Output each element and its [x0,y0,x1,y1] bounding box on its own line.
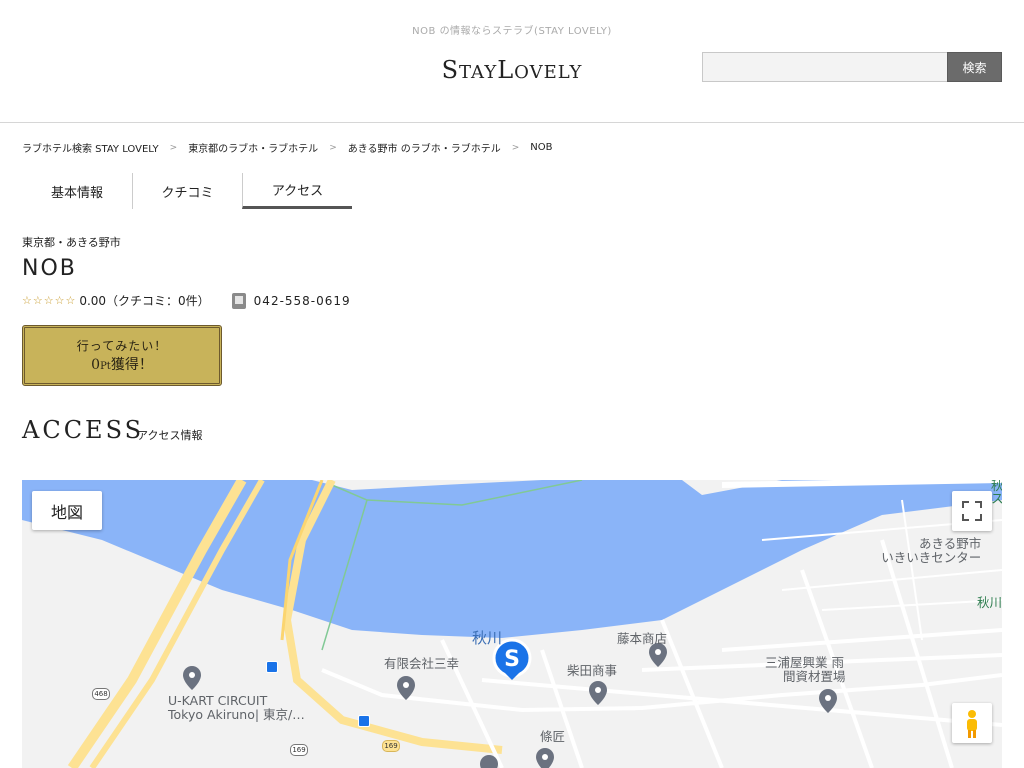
site-tagline: NOB の情報ならステラブ(STAY LOVELY) [412,26,612,37]
search-input[interactable] [702,52,947,82]
route-shield-468: 468 [92,688,110,700]
breadcrumb-current: NOB [530,142,553,153]
route-shield-169-b: 169 [382,740,400,752]
map-label-center: あきる野市 いきいきセンター [881,536,982,565]
map-type-button[interactable]: 地図 [32,491,102,530]
route-shield-169-a: 169 [290,744,308,756]
tab-reviews[interactable]: クチコミ [132,173,242,209]
map-canvas: S [22,480,1002,768]
hotel-tabs: 基本情報 クチコミ アクセス [22,173,352,209]
breadcrumb: ラブホテル検索 STAY LOVELY > 東京都のラブホ・ラブホテル > あき… [22,140,552,155]
map-label-miura: 三浦屋興業 雨間資材置場 [765,655,846,684]
map-label-yugen: 有限会社三幸 [384,656,460,671]
want-to-go-label: 行ってみたい！ [76,339,168,353]
map-label-river-right: 秋川 [977,595,1002,610]
map-label-ukart: U-KART CIRCUIT Tokyo Akiruno| 東京/… [168,693,305,722]
breadcrumb-separator: > [169,142,178,153]
phone-icon [231,292,246,309]
fullscreen-button[interactable] [952,491,992,531]
tab-access[interactable]: アクセス [242,173,352,209]
hotel-area: 東京都・あきる野市 [22,236,121,249]
breadcrumb-akiruno[interactable]: あきる野市 のラブホ・ラブホテル [348,140,501,155]
search-button[interactable]: 検索 [947,52,1002,82]
breadcrumb-home[interactable]: ラブホテル検索 STAY LOVELY [22,140,159,155]
breadcrumb-tokyo[interactable]: 東京都のラブホ・ラブホテル [188,140,318,155]
rating-row: ☆☆☆☆☆ 0.00 （クチコミ：0件） 042-558-0619 [22,292,351,309]
points-label: 0Pt獲得！ [91,357,153,373]
fullscreen-icon [962,501,982,521]
map-label-joshou: 條匠 [540,729,566,744]
rating-value: 0.00 [79,293,107,308]
map-label-shibata: 柴田商事 [567,663,618,678]
site-header: NOB の情報ならステラブ(STAY LOVELY) STAYLOVELY 検索 [0,0,1024,123]
tab-basic-info[interactable]: 基本情報 [22,173,132,209]
phone-number[interactable]: 042-558-0619 [254,294,351,308]
hotel-name: NOB [22,256,77,281]
bus-stop-icon[interactable] [358,715,370,727]
review-count[interactable]: （クチコミ：0件） [106,292,210,309]
access-subheading: アクセス情報 [137,429,203,442]
site-logo[interactable]: STAYLOVELY [405,56,619,84]
access-heading: ACCESS [22,416,145,444]
map-label-river: 秋川 [472,629,503,647]
street-view-button[interactable] [952,703,992,743]
map-label-top-right: 秋ス [991,480,1002,506]
pegman-icon [967,710,977,738]
breadcrumb-separator: > [329,142,337,153]
map-label-fujimoto: 藤本商店 [617,631,668,646]
breadcrumb-separator: > [511,142,520,153]
bus-stop-icon[interactable] [266,661,278,673]
svg-text:S: S [504,647,520,672]
search-form: 検索 [702,52,1002,82]
rating-stars: ☆☆☆☆☆ [22,294,77,307]
google-map[interactable]: S 地図 秋川 秋川 秋ス あきる野市 いきいきセンター 藤本商店 有限会社三幸… [22,480,1002,768]
want-to-go-button[interactable]: 行ってみたい！ 0Pt獲得！ [22,325,222,386]
